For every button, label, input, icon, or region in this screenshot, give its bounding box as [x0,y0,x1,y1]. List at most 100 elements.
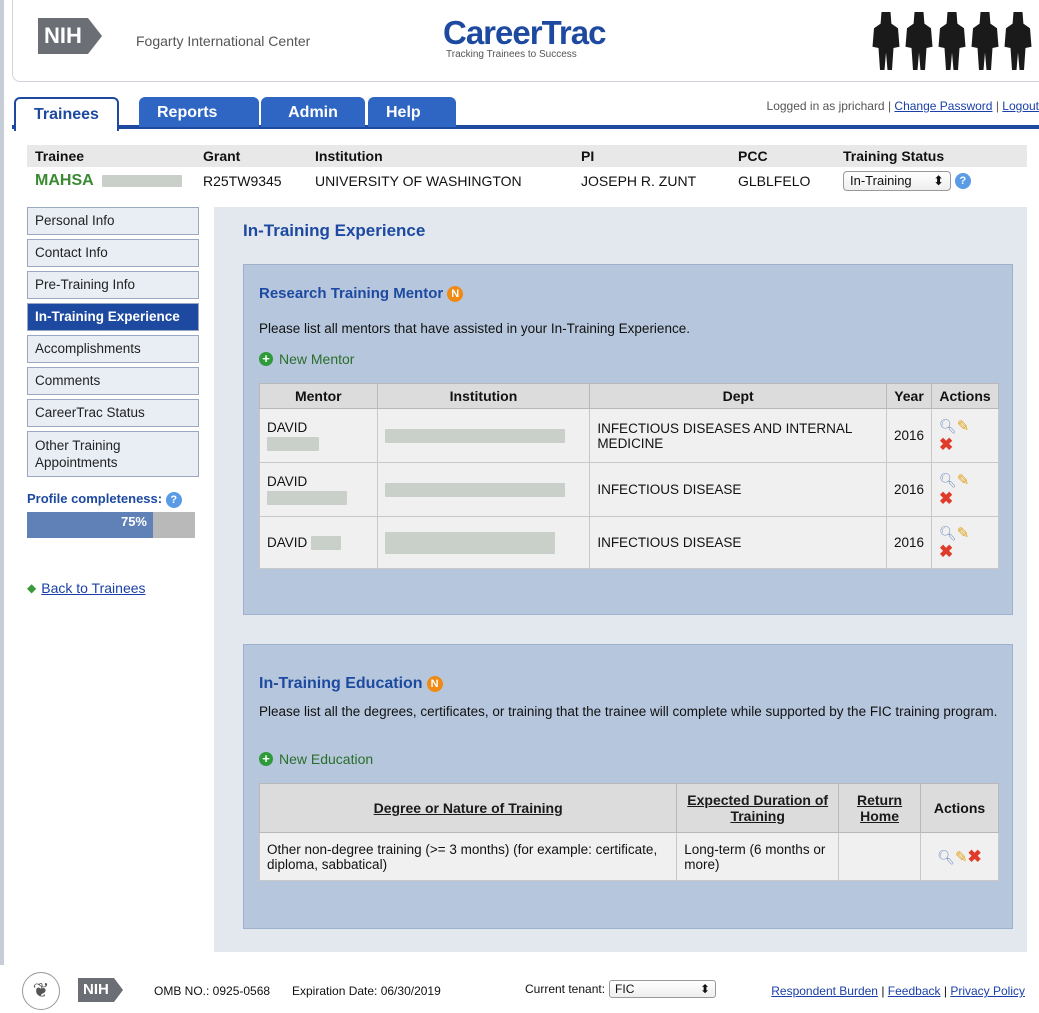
mentor-cell: DAVID [259,462,378,517]
nih-logo-arrow [113,978,123,1002]
new-badge-icon: N [426,676,443,692]
mentor-description: Please list all mentors that have assist… [259,321,690,336]
delete-icon[interactable]: ✖ [939,489,953,508]
education-description: Please list all the degrees, certificate… [259,704,998,719]
nih-logo-small: NIH [78,978,123,1002]
view-icon[interactable]: 🔍︎ [939,418,957,434]
tab-trainees[interactable]: Trainees [14,97,119,131]
tab-help[interactable]: Help [368,97,456,127]
edit-pencil-icon[interactable]: ✎ [957,418,970,435]
col-return-home-label: Return Home [856,792,903,824]
institution-cell [376,462,591,517]
new-badge-icon: N [447,285,464,302]
omb-number: OMB NO.: 0925-0568 [154,984,271,998]
profile-completeness-fill: 75% [27,511,153,538]
tenant-select[interactable]: FIC ⬍ [609,980,717,998]
education-section: In-Training Education N Please list all … [243,644,1013,929]
mentor-title-text: Research Training Mentor [259,285,444,302]
table-header-row: Degree or Nature of Training Expected Du… [258,783,999,833]
change-password-link[interactable]: Change Password [894,99,992,113]
tenant-value: FIC [615,982,635,996]
back-arrow-icon: ◆ [27,580,37,595]
select-arrows-icon: ⬍ [933,173,944,188]
header-training-status: Training Status [843,148,945,164]
nav-careertrac-status[interactable]: CareerTrac Status [27,399,199,427]
redacted-name [267,490,347,505]
table-row: Other non-degree training (>= 3 months) … [258,832,999,881]
pcc-value: GLBLFELO [738,173,811,189]
mentor-cell: DAVID [259,516,378,569]
dept-cell: INFECTIOUS DISEASE [589,462,887,517]
respondent-burden-link[interactable]: Respondent Burden [771,984,878,998]
nav-other-training-appointments[interactable]: Other Training Appointments [27,431,199,477]
edit-pencil-icon[interactable]: ✎ [957,525,970,542]
redacted-name [267,436,319,451]
mentor-name: DAVID [267,420,308,436]
institution-value: UNIVERSITY OF WASHINGTON [315,173,522,189]
col-expected-duration[interactable]: Expected Duration of Training [676,783,840,833]
col-actions: Actions [920,783,999,833]
separator: | [943,984,947,998]
footer-links: Respondent Burden | Feedback | Privacy P… [771,984,1025,998]
view-icon[interactable]: 🔍︎ [939,472,957,488]
table-row: DAVID INFECTIOUS DISEASES AND INTERNAL M… [259,408,999,463]
redacted-name [311,536,342,551]
header-institution: Institution [315,148,383,164]
redacted-surname [101,175,182,188]
page-title: In-Training Experience [243,221,426,240]
hhs-eagle-logo: ❦ [22,972,60,1010]
trainee-name: MAHSA [35,172,94,189]
nav-personal-info[interactable]: Personal Info [27,207,199,235]
col-return-home[interactable]: Return Home [838,783,921,833]
mentor-section: Research Training Mentor N Please list a… [243,264,1013,615]
year-cell: 2016 [885,516,933,569]
delete-icon[interactable]: ✖ [939,435,953,454]
trainee-cell: MAHSA [27,172,203,190]
education-title-text: In-Training Education [259,675,423,692]
view-icon[interactable]: 🔍︎ [937,849,955,865]
left-border [0,0,4,965]
nav-pre-training-info[interactable]: Pre-Training Info [27,271,199,299]
delete-icon[interactable]: ✖ [939,542,953,561]
back-to-trainees[interactable]: ◆ Back to Trainees [27,580,199,596]
logout-link[interactable]: Logout [1002,99,1039,113]
tenant-selector: Current tenant: FIC ⬍ [525,980,717,998]
nav-comments[interactable]: Comments [27,367,199,395]
expiration-date: Expiration Date: 06/30/2019 [292,984,441,998]
mentor-name: DAVID [267,474,308,490]
tab-admin[interactable]: Admin [261,97,365,127]
col-degree[interactable]: Degree or Nature of Training [258,783,678,833]
nav-in-training-experience[interactable]: In-Training Experience [27,303,199,331]
help-icon[interactable]: ? [165,491,182,508]
view-icon[interactable]: 🔍︎ [939,525,957,541]
nih-logo-arrow [87,18,102,54]
separator: | [887,99,892,113]
nav-contact-info[interactable]: Contact Info [27,239,199,267]
col-actions: Actions [931,383,999,409]
edit-pencil-icon[interactable]: ✎ [957,472,970,489]
degree-cell: Other non-degree training (>= 3 months) … [258,832,678,881]
year-cell: 2016 [885,408,933,463]
delete-icon[interactable]: ✖ [968,847,982,866]
edit-pencil-icon[interactable]: ✎ [955,849,968,866]
privacy-policy-link[interactable]: Privacy Policy [950,984,1025,998]
actions-cell: 🔍︎✎ ✖ [931,516,999,569]
actions-cell: 🔍︎✎ ✖ [931,462,999,517]
nav-accomplishments[interactable]: Accomplishments [27,335,199,363]
header-grant: Grant [203,148,241,164]
new-education-link[interactable]: + New Education [259,751,373,767]
actions-cell: 🔍︎✎✖ [920,832,999,881]
mentor-section-title: Research Training Mentor N [259,285,464,302]
col-mentor: Mentor [259,383,378,409]
mentor-cell: DAVID [259,408,378,463]
tab-reports[interactable]: Reports [139,97,259,127]
new-mentor-link[interactable]: + New Mentor [259,351,354,367]
help-icon[interactable]: ? [954,173,971,190]
training-status-select[interactable]: In-Training ⬍ [843,171,951,191]
institution-cell [376,516,591,569]
back-to-trainees-link[interactable]: Back to Trainees [41,580,145,596]
app-subtitle: Tracking Trainees to Success [446,49,577,60]
feedback-link[interactable]: Feedback [888,984,941,998]
people-silhouettes-image [871,12,1033,70]
table-row: DAVID INFECTIOUS DISEASE 2016 🔍︎✎ ✖ [259,516,999,569]
